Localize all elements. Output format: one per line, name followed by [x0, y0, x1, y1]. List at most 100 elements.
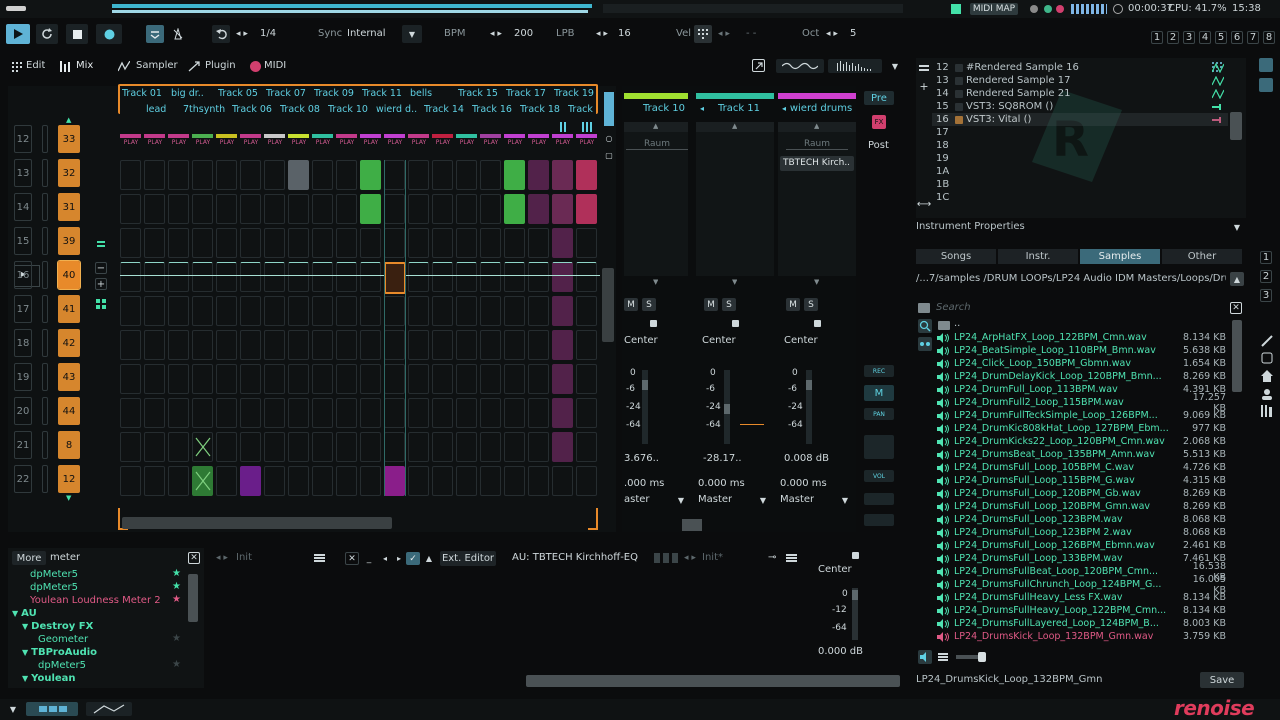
matrix-cell[interactable] [360, 432, 381, 462]
matrix-cell[interactable] [528, 432, 549, 462]
matrix-cell[interactable] [120, 330, 141, 360]
user-icon[interactable] [1261, 388, 1273, 400]
device-menu-icon-2[interactable] [785, 552, 798, 564]
matrix-cell[interactable] [192, 398, 213, 428]
matrix-cell[interactable] [432, 364, 453, 394]
browser-tab-songs[interactable]: Songs [916, 249, 996, 264]
play-button[interactable]: PLAY [192, 139, 214, 146]
plugin-item[interactable]: dpMeter5 [30, 582, 78, 593]
sequence-slot[interactable]: 43 [58, 363, 80, 391]
matrix-cell[interactable] [480, 160, 501, 190]
favorite-star-icon[interactable]: ★ [172, 594, 181, 605]
track-header-top[interactable]: Track 01 [122, 88, 168, 99]
matrix-cell[interactable] [144, 228, 165, 258]
matrix-cell[interactable] [480, 194, 501, 224]
delay-value[interactable]: 0.000 ms [780, 478, 827, 489]
sequence-slot[interactable]: 42 [58, 329, 80, 357]
matrix-cell[interactable] [408, 228, 429, 258]
matrix-cell[interactable] [288, 398, 309, 428]
step-arrows-icon[interactable]: ◂ ▸ [236, 29, 248, 39]
matrix-cell[interactable] [432, 296, 453, 326]
matrix-cell[interactable] [432, 466, 453, 496]
sync-dropdown[interactable]: ▼ [402, 25, 422, 43]
matrix-cell[interactable] [312, 296, 333, 326]
matrix-side-toolbar[interactable] [604, 92, 614, 126]
plugin-search-input[interactable]: meter [50, 552, 80, 563]
track-header-bottom[interactable]: wierd d.. [376, 104, 422, 115]
octave-value[interactable]: 5 [850, 28, 856, 39]
bpm-arrows-icon[interactable]: ◂ ▸ [490, 29, 502, 39]
matrix-cell[interactable] [504, 160, 525, 190]
volume-fader-thumb[interactable] [642, 380, 648, 390]
bottom-dropdown[interactable]: ▼ [6, 703, 20, 715]
play-button[interactable]: PLAY [336, 139, 358, 146]
matrix-cell[interactable] [480, 228, 501, 258]
sequence-slot[interactable]: 44 [58, 397, 80, 425]
mixer-side-button[interactable] [864, 514, 894, 526]
side-num-1[interactable]: 1 [1260, 251, 1272, 264]
file-list-item[interactable]: LP24_DrumsFull_Loop_126BPM_Ebmn.wav 2.461… [936, 539, 1236, 552]
matrix-cell[interactable] [576, 398, 597, 428]
list-view-icon[interactable] [937, 651, 949, 663]
browser-parent-button[interactable]: ▲ [1230, 272, 1244, 286]
play-button[interactable]: PLAY [216, 139, 238, 146]
file-list-item[interactable]: LP24_DrumsFull_Loop_120BPM_Gmn.wav 8.269 … [936, 500, 1236, 513]
collapse-icon[interactable]: ⟷ [917, 198, 931, 210]
matrix-cell[interactable] [192, 262, 213, 292]
matrix-cell[interactable] [144, 398, 165, 428]
mixer-side-button[interactable]: M [864, 385, 894, 401]
follow-button[interactable] [146, 25, 164, 43]
matrix-cell[interactable] [360, 228, 381, 258]
delay-value[interactable]: .000 ms [624, 478, 664, 489]
matrix-cell[interactable] [408, 194, 429, 224]
track-header-bottom[interactable]: 7thsynth [183, 104, 229, 115]
volume-fader-thumb[interactable] [806, 380, 812, 390]
device-enable-checkbox[interactable]: ✓ [406, 552, 420, 565]
preset-arrows-icon[interactable]: ◂ ▸ [216, 553, 228, 563]
matrix-cell[interactable] [528, 160, 549, 190]
edit-step[interactable]: 1/4 [260, 28, 276, 39]
matrix-cell[interactable] [456, 160, 477, 190]
sequence-slot[interactable]: 39 [58, 227, 80, 255]
matrix-cell[interactable] [408, 364, 429, 394]
matrix-cell[interactable] [168, 432, 189, 462]
device-menu-icon[interactable] [313, 552, 326, 564]
matrix-cell[interactable] [576, 330, 597, 360]
matrix-cell[interactable] [504, 194, 525, 224]
play-button[interactable]: PLAY [312, 139, 334, 146]
tab-plugin[interactable]: Plugin [205, 60, 236, 71]
plugin-group[interactable]: ▼ Youlean [22, 673, 76, 684]
play-button[interactable]: PLAY [264, 139, 286, 146]
matrix-cell[interactable] [576, 228, 597, 258]
play-button[interactable]: PLAY [552, 139, 574, 146]
channel-fx-slot-2[interactable]: TBTECH Kirch.. [780, 156, 854, 171]
save-button[interactable]: Save [1200, 672, 1244, 688]
track-header-top[interactable]: Track 05 [218, 88, 264, 99]
matrix-cell[interactable] [552, 262, 573, 292]
matrix-cell[interactable] [552, 364, 573, 394]
matrix-cell[interactable] [456, 398, 477, 428]
matrix-cell[interactable] [240, 262, 261, 292]
sync-value[interactable]: Internal [347, 28, 386, 39]
more-button[interactable]: More [12, 551, 46, 565]
matrix-cell[interactable] [456, 262, 477, 292]
track-header-bottom[interactable]: Track 08 [280, 104, 326, 115]
pan-knob[interactable] [814, 320, 821, 327]
instrument-name[interactable]: VST3: SQ8ROM () [966, 101, 1053, 112]
expand-button[interactable] [752, 59, 765, 72]
device-routing-icon[interactable]: ⊸ [768, 552, 776, 563]
add-pattern-button[interactable]: + [95, 278, 107, 290]
right-panel-toggle[interactable] [1259, 58, 1273, 72]
device-left-icon[interactable]: ◂ [379, 552, 391, 565]
device-preset[interactable]: Init [236, 552, 252, 563]
mute-button[interactable]: M [704, 298, 718, 311]
sequence-slot[interactable]: 31 [58, 193, 80, 221]
search-icon[interactable] [918, 319, 932, 333]
file-list-item[interactable]: LP24_DrumsFull_Loop_105BPM_C.wav 4.726 KB [936, 461, 1236, 474]
file-list-item[interactable]: LP24_DrumsBeat_Loop_135BPM_Amn.wav 5.513 … [936, 448, 1236, 461]
matrix-cell[interactable] [408, 160, 429, 190]
matrix-cell[interactable] [120, 194, 141, 224]
instrument-number[interactable]: 12 [936, 62, 949, 73]
octave-key-6[interactable]: 6 [1231, 31, 1243, 44]
play-button[interactable]: PLAY [456, 139, 478, 146]
